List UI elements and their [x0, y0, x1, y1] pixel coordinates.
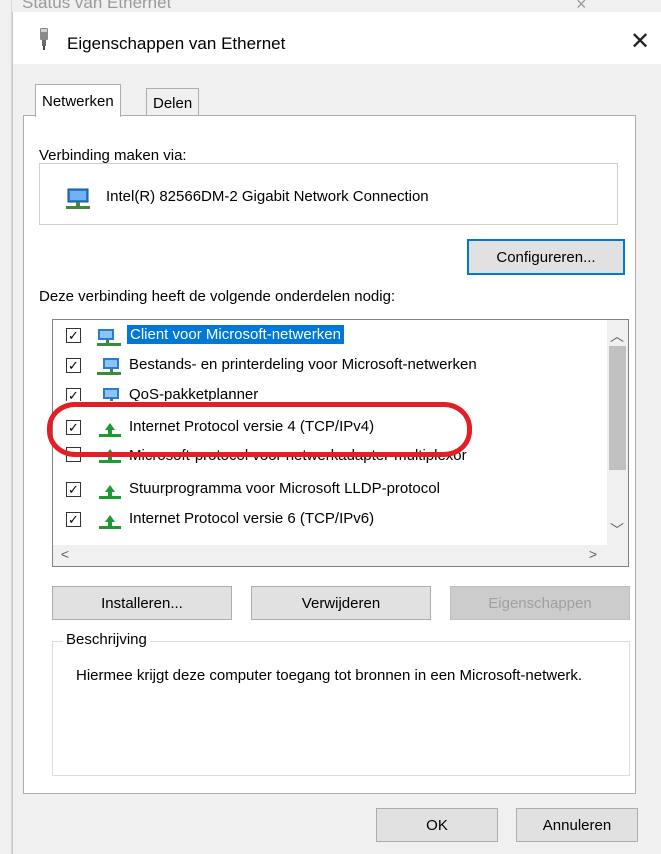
component-label: Microsoft-protocol voor netwerkadapter-m…	[129, 447, 467, 464]
scroll-thumb[interactable]	[609, 346, 626, 470]
scroll-down-icon[interactable]: ﹀	[607, 520, 627, 540]
scroll-right-icon[interactable]: >	[583, 546, 603, 562]
protocol-icon	[99, 485, 121, 499]
component-checkbox[interactable]: ✓	[66, 328, 81, 343]
list-item[interactable]: ✓ Stuurprogramma voor Microsoft LLDP-pro…	[53, 475, 608, 505]
remove-button[interactable]: Verwijderen	[251, 586, 431, 620]
close-icon[interactable]: ✕	[625, 26, 655, 56]
component-label: Stuurprogramma voor Microsoft LLDP-proto…	[129, 480, 440, 497]
description-group	[52, 641, 630, 776]
list-item[interactable]: Microsoft-protocol voor netwerkadapter-m…	[53, 443, 608, 465]
description-legend: Beschrijving	[63, 631, 150, 648]
network-service-icon	[97, 358, 121, 375]
components-list[interactable]: ✓ Client voor Microsoft-netwerken ✓ Best…	[52, 319, 629, 567]
scroll-up-icon[interactable]: ︿	[607, 326, 627, 346]
title-bar: Eigenschappen van Ethernet ✕	[13, 12, 661, 64]
components-label: Deze verbinding heeft de volgende onderd…	[39, 288, 396, 305]
component-checkbox[interactable]: ✓	[66, 420, 81, 435]
list-item[interactable]: ✓ QoS-pakketplanner	[53, 381, 608, 401]
list-item[interactable]: ✓ Client voor Microsoft-netwerken	[53, 321, 608, 351]
connect-via-label: Verbinding maken via:	[39, 147, 187, 164]
scroll-left-icon[interactable]: <	[55, 546, 75, 562]
protocol-icon	[99, 449, 121, 463]
list-item[interactable]: ✓ Bestands- en printerdeling voor Micros…	[53, 351, 608, 381]
list-item[interactable]: ✓ Internet Protocol versie 4 (TCP/IPv4)	[53, 413, 608, 443]
list-item[interactable]: ✓ Internet Protocol versie 6 (TCP/IPv6)	[53, 505, 608, 535]
network-client-icon	[97, 329, 121, 346]
component-checkbox[interactable]: ✓	[66, 388, 81, 401]
network-service-icon	[103, 388, 119, 401]
ok-button[interactable]: OK	[376, 808, 498, 842]
component-checkbox[interactable]: ✓	[66, 512, 81, 527]
adapter-name: Intel(R) 82566DM-2 Gigabit Network Conne…	[106, 188, 429, 205]
dialog-title: Eigenschappen van Ethernet	[67, 34, 286, 53]
component-label: Internet Protocol versie 4 (TCP/IPv4)	[129, 418, 375, 435]
install-button[interactable]: Installeren...	[52, 586, 232, 620]
tab-netwerken[interactable]: Netwerken	[35, 84, 121, 117]
description-text: Hiermee krijgt deze computer toegang tot…	[76, 667, 583, 684]
protocol-icon	[99, 423, 121, 437]
component-label: QoS-pakketplanner	[129, 386, 259, 401]
component-checkbox[interactable]: ✓	[66, 482, 81, 497]
vertical-scrollbar[interactable]: ︿ ﹀	[607, 320, 628, 547]
component-checkbox[interactable]	[66, 447, 81, 462]
configure-button[interactable]: Configureren...	[467, 239, 625, 275]
component-checkbox[interactable]: ✓	[66, 358, 81, 373]
properties-button: Eigenschappen	[450, 586, 630, 620]
background-window-edge	[0, 0, 12, 854]
component-label: Bestands- en printerdeling voor Microsof…	[129, 356, 477, 373]
tab-delen[interactable]: Delen	[146, 88, 200, 118]
horizontal-scrollbar[interactable]: < >	[53, 545, 628, 566]
cancel-button[interactable]: Annuleren	[516, 808, 638, 842]
component-label: Internet Protocol versie 6 (TCP/IPv6)	[129, 510, 375, 527]
protocol-icon	[99, 515, 121, 529]
component-label: Client voor Microsoft-netwerken	[127, 325, 344, 344]
network-adapter-icon	[66, 188, 90, 209]
ethernet-plug-icon	[40, 28, 48, 50]
